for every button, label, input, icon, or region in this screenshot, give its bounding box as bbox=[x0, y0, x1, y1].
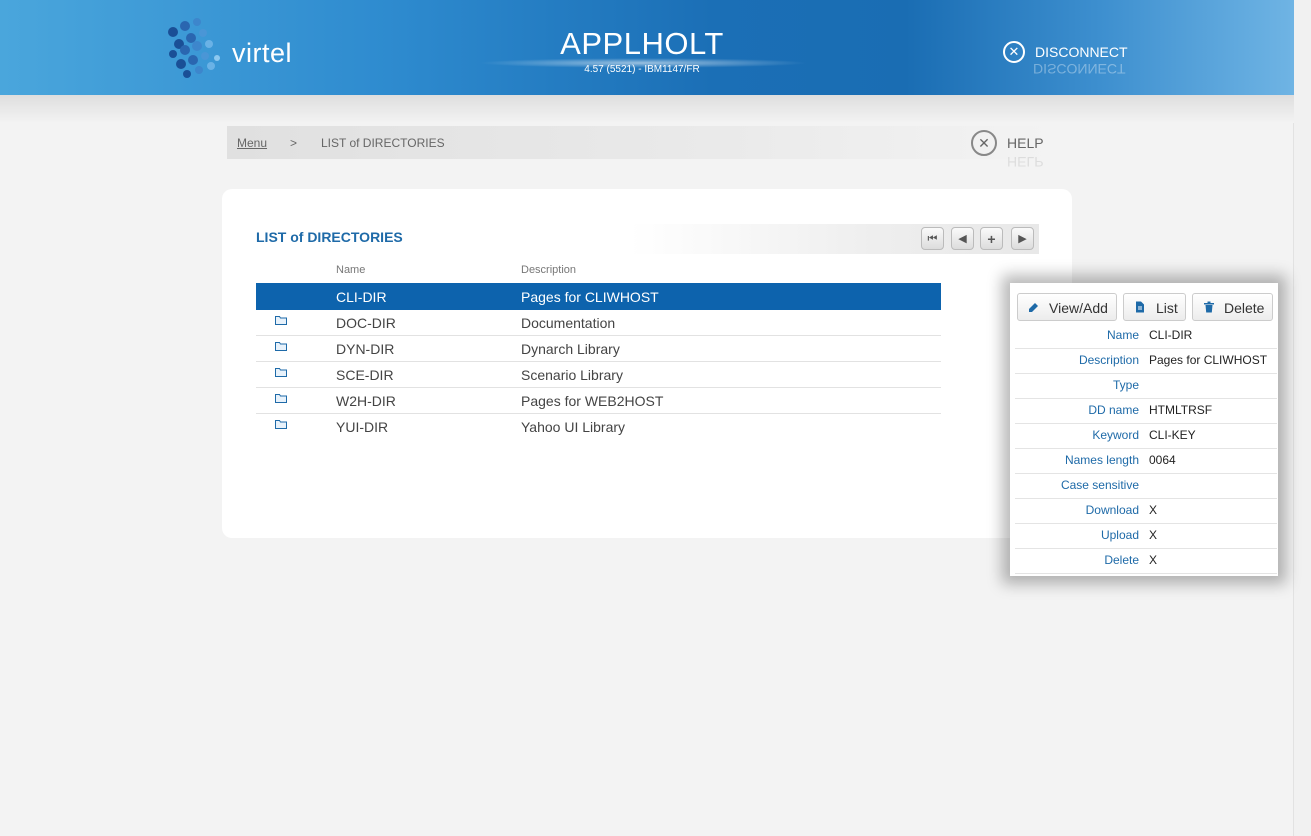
detail-label: Keyword bbox=[1092, 428, 1139, 442]
detail-label: Name bbox=[1106, 328, 1139, 342]
detail-row-ddname: DD name HTMLTRSF bbox=[1015, 398, 1277, 424]
row-description: Pages for WEB2HOST bbox=[521, 393, 664, 409]
detail-value: HTMLTRSF bbox=[1149, 403, 1213, 417]
disconnect-reflection: DISCONNECT bbox=[1033, 61, 1126, 77]
add-icon: + bbox=[987, 231, 996, 247]
column-header-description: Description bbox=[521, 264, 577, 276]
detail-label: Delete bbox=[1104, 553, 1139, 567]
detail-row-upload: Upload X bbox=[1015, 523, 1277, 549]
breadcrumb-current: LIST of DIRECTORIES bbox=[321, 136, 445, 150]
row-description: Pages for CLIWHOST bbox=[521, 289, 659, 305]
detail-label: Type bbox=[1112, 378, 1139, 392]
detail-row-names-length: Names length 0064 bbox=[1015, 448, 1277, 474]
table-row[interactable]: W2H-DIR Pages for WEB2HOST bbox=[256, 387, 941, 414]
table-row[interactable]: DYN-DIR Dynarch Library bbox=[256, 335, 941, 362]
next-page-button[interactable]: ▶ bbox=[1011, 227, 1034, 250]
detail-label: DD name bbox=[1088, 403, 1139, 417]
detail-row-case-sensitive: Case sensitive bbox=[1015, 473, 1277, 499]
detail-value: Pages for CLIWHOST bbox=[1149, 353, 1268, 367]
delete-label: Delete bbox=[1224, 300, 1265, 316]
breadcrumb-menu-link[interactable]: Menu bbox=[237, 136, 267, 150]
folder-icon bbox=[275, 394, 287, 403]
detail-row-type: Type bbox=[1015, 373, 1277, 399]
breadcrumb-separator: > bbox=[290, 136, 298, 150]
view-add-button[interactable]: View/Add bbox=[1017, 293, 1117, 321]
header-shadow bbox=[0, 95, 1294, 123]
prev-page-button[interactable]: ◀ bbox=[951, 227, 974, 250]
table-row[interactable]: DOC-DIR Documentation bbox=[256, 309, 941, 336]
help-reflection: HELP bbox=[1007, 154, 1044, 170]
detail-label: Upload bbox=[1100, 528, 1139, 542]
prev-page-icon: ◀ bbox=[958, 233, 967, 245]
help-label: HELP bbox=[1007, 135, 1044, 151]
help-button[interactable]: ✕ HELP bbox=[971, 130, 1044, 156]
breadcrumb: Menu > LIST of DIRECTORIES bbox=[227, 126, 1051, 159]
list-toolbar bbox=[630, 224, 1039, 254]
vertical-scrollbar[interactable] bbox=[1293, 0, 1311, 836]
detail-popup: View/Add List Delete Name CLI-DIR Descri… bbox=[1010, 283, 1278, 576]
logo-text: virtel bbox=[232, 38, 293, 68]
row-description: Yahoo UI Library bbox=[521, 419, 626, 435]
detail-label: Names length bbox=[1064, 453, 1139, 467]
first-page-button[interactable]: ⏮ bbox=[921, 227, 944, 250]
detail-value: 0064 bbox=[1149, 453, 1176, 467]
app-subtitle: 4.57 (5521) - IBM1147/FR bbox=[584, 64, 700, 75]
row-name: CLI-DIR bbox=[336, 289, 387, 305]
row-description: Documentation bbox=[521, 315, 616, 331]
add-button[interactable]: + bbox=[980, 227, 1003, 250]
list-label: List bbox=[1156, 300, 1178, 316]
table-row[interactable]: SCE-DIR Scenario Library bbox=[256, 361, 941, 388]
first-page-icon: ⏮ bbox=[927, 233, 938, 245]
row-name: W2H-DIR bbox=[336, 393, 396, 409]
disconnect-button[interactable]: ✕ DISCONNECT bbox=[1003, 41, 1128, 63]
detail-label: Case sensitive bbox=[1060, 478, 1139, 492]
view-add-label: View/Add bbox=[1049, 300, 1108, 316]
app-title: APPLHOLT bbox=[560, 26, 724, 61]
detail-row-description: Description Pages for CLIWHOST bbox=[1015, 348, 1277, 374]
row-description: Dynarch Library bbox=[521, 341, 620, 357]
row-name: DYN-DIR bbox=[336, 341, 395, 357]
disconnect-label: DISCONNECT bbox=[1035, 44, 1128, 60]
virtel-logo-mark bbox=[168, 18, 220, 78]
close-circle-icon: ✕ bbox=[1003, 41, 1025, 63]
table-row[interactable]: YUI-DIR Yahoo UI Library bbox=[256, 413, 941, 439]
folder-icon bbox=[275, 342, 287, 351]
table-row[interactable]: CLI-DIR Pages for CLIWHOST bbox=[256, 283, 941, 310]
detail-row-delete: Delete X bbox=[1015, 548, 1277, 574]
tools-icon: ✕ bbox=[971, 130, 997, 156]
list-button[interactable]: List bbox=[1123, 293, 1186, 321]
row-name: YUI-DIR bbox=[336, 419, 389, 435]
next-page-icon: ▶ bbox=[1018, 233, 1027, 245]
document-icon bbox=[1136, 301, 1144, 313]
virtel-logo: virtel bbox=[165, 18, 305, 78]
folder-icon bbox=[275, 420, 287, 429]
column-header-name: Name bbox=[336, 264, 366, 276]
detail-value: X bbox=[1149, 503, 1158, 517]
detail-row-keyword: Keyword CLI-KEY bbox=[1015, 423, 1277, 449]
detail-row-download: Download X bbox=[1015, 498, 1277, 524]
trash-icon bbox=[1204, 301, 1214, 313]
delete-button[interactable]: Delete bbox=[1192, 293, 1273, 321]
app-header: virtel APPLHOLT 4.57 (5521) - IBM1147/FR… bbox=[0, 0, 1294, 95]
detail-value: CLI-KEY bbox=[1149, 428, 1196, 442]
detail-value: X bbox=[1149, 528, 1158, 542]
detail-row-name: Name CLI-DIR bbox=[1015, 323, 1277, 349]
folder-icon bbox=[275, 368, 287, 377]
row-name: DOC-DIR bbox=[336, 315, 396, 331]
detail-value: CLI-DIR bbox=[1149, 328, 1193, 342]
row-description: Scenario Library bbox=[521, 367, 623, 383]
list-title: LIST of DIRECTORIES bbox=[256, 229, 403, 245]
pencil-icon bbox=[1029, 303, 1038, 312]
folder-icon bbox=[275, 316, 287, 325]
detail-label: Description bbox=[1078, 353, 1139, 367]
detail-value: X bbox=[1149, 553, 1158, 567]
row-name: SCE-DIR bbox=[336, 367, 394, 383]
detail-label: Download bbox=[1085, 503, 1139, 517]
